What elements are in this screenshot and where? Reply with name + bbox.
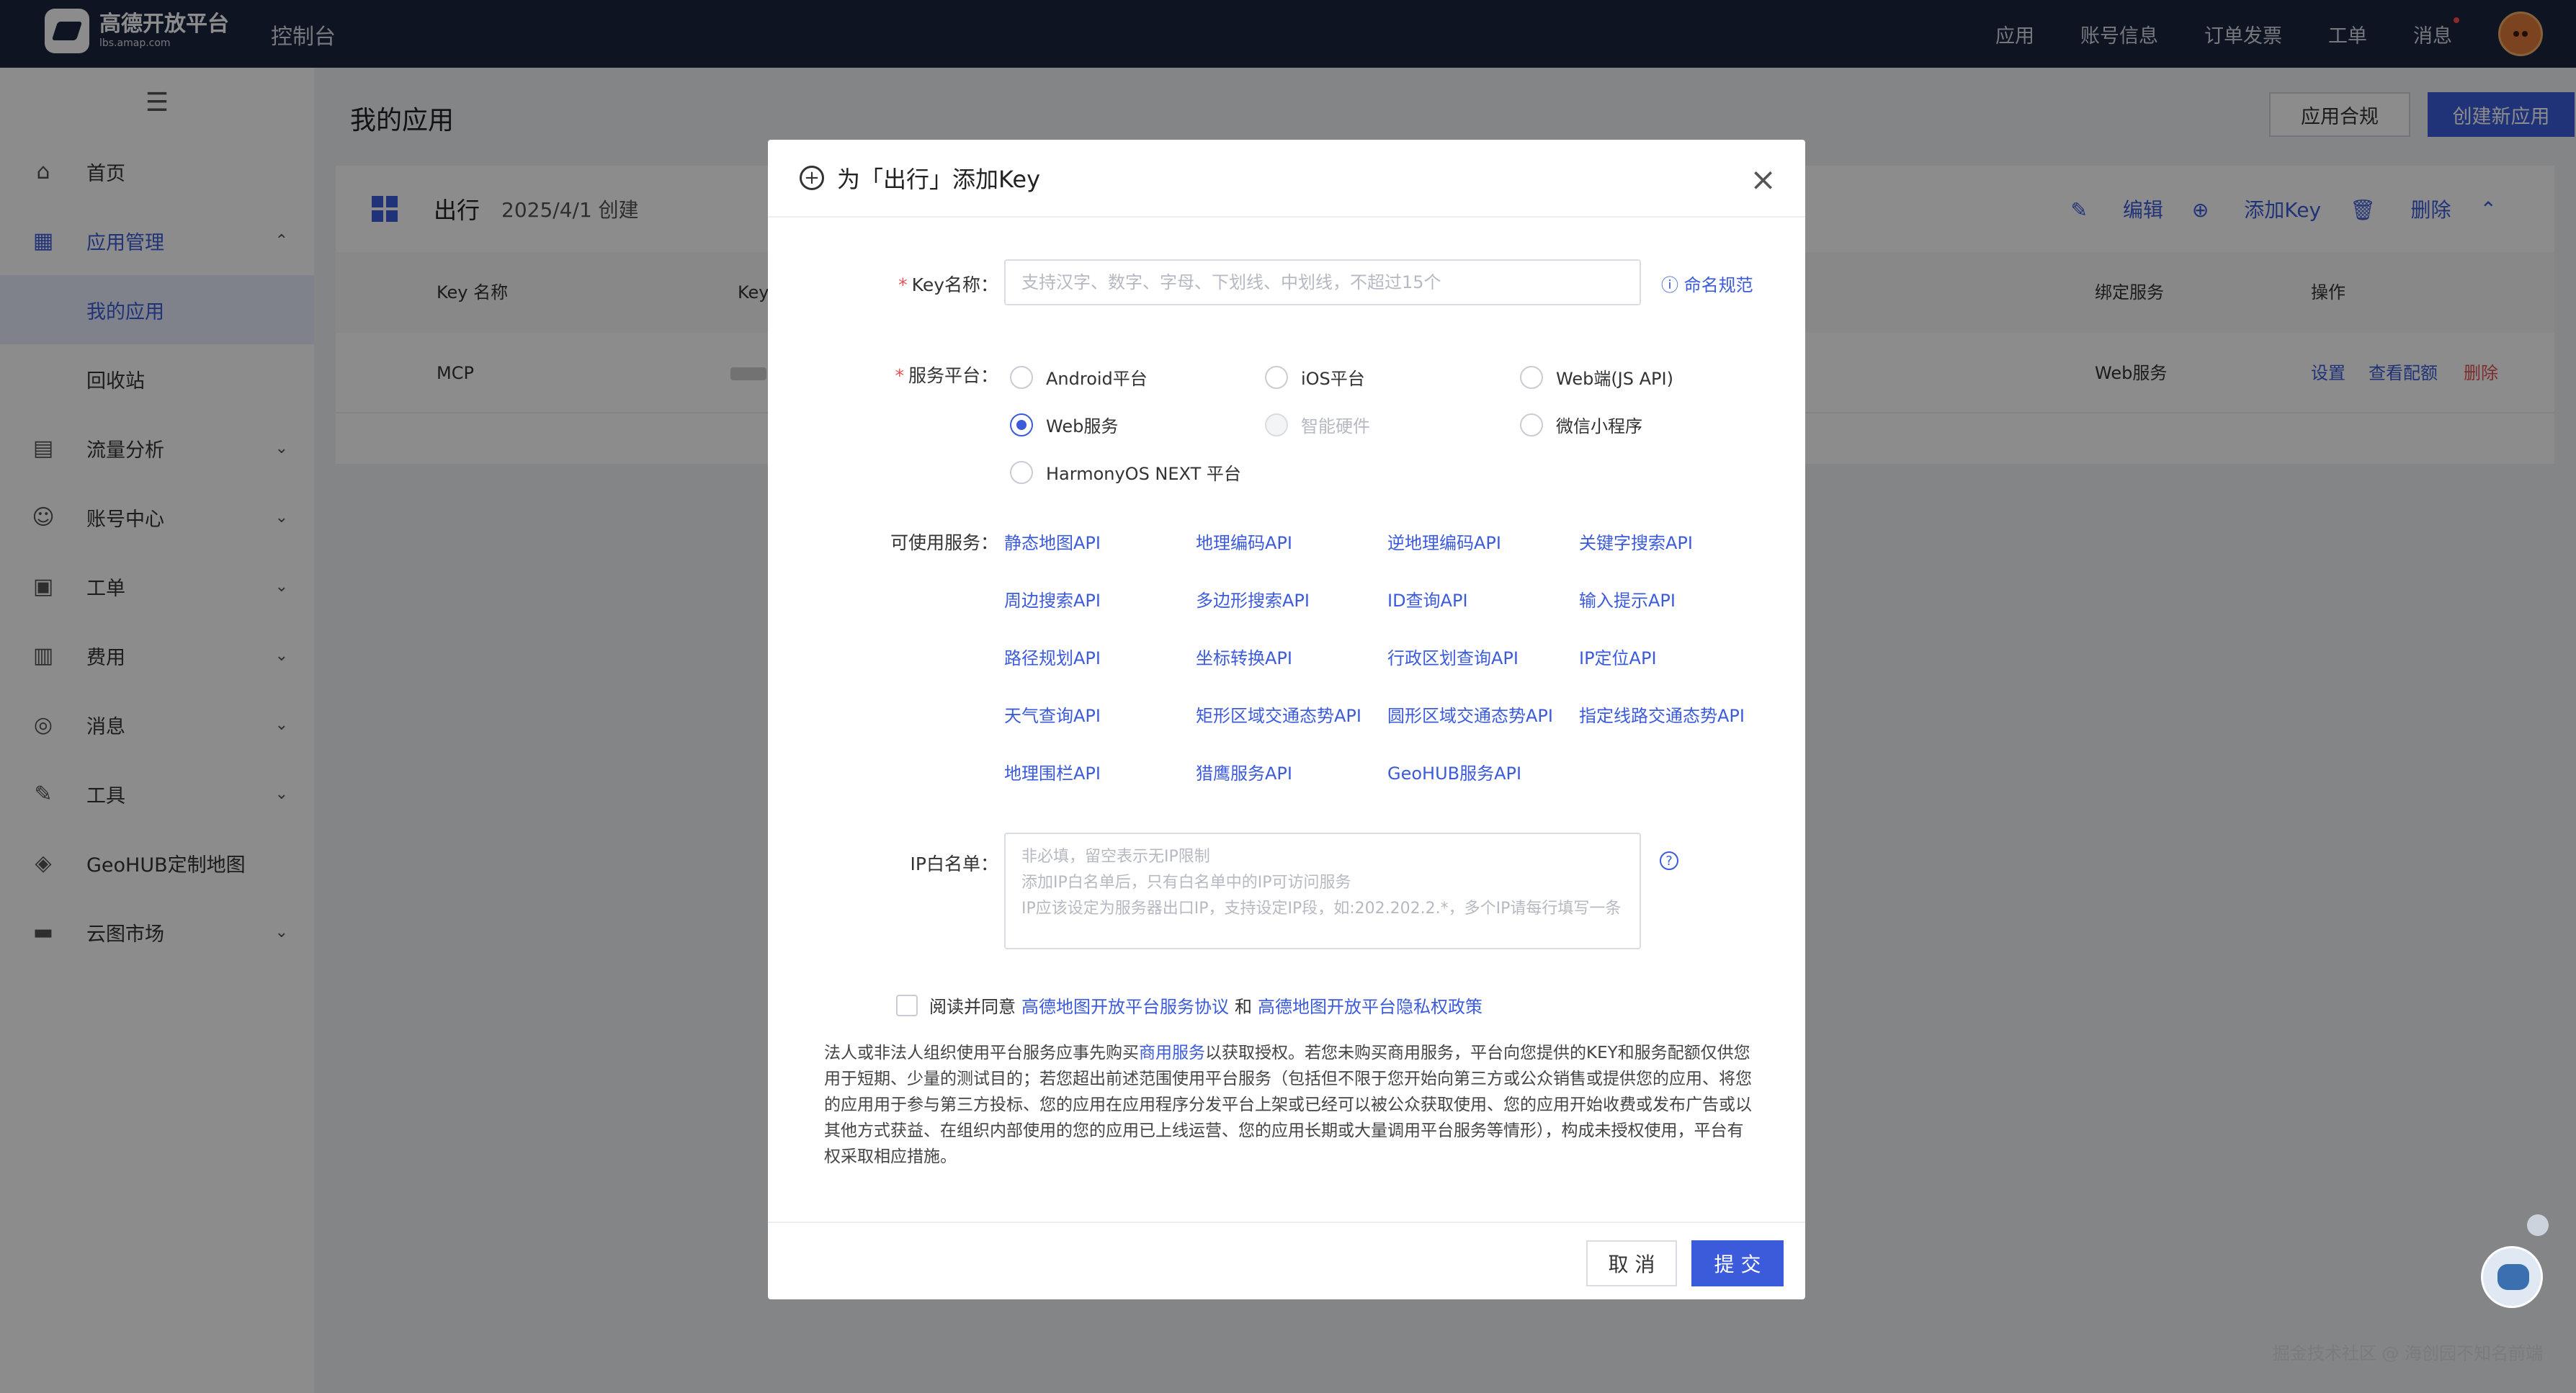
- radio-harmonyos[interactable]: HarmonyOS NEXT 平台: [1010, 460, 1241, 485]
- privacy-policy-link[interactable]: 高德地图开放平台隐私权政策: [1258, 993, 1482, 1018]
- agreement-text: 阅读并同意: [929, 997, 1016, 1017]
- help-icon[interactable]: ?: [1660, 851, 1678, 870]
- plus-circle-icon: +: [800, 166, 824, 190]
- radio-button[interactable]: [1520, 413, 1543, 436]
- radio-button[interactable]: [1010, 413, 1033, 436]
- close-icon[interactable]: ×: [1750, 161, 1776, 198]
- platform-label-text: 服务平台：: [908, 365, 998, 386]
- ip-whitelist-input[interactable]: [1004, 833, 1641, 949]
- service-link[interactable]: 圆形区域交通态势API: [1387, 702, 1553, 727]
- naming-rules-text: 命名规范: [1683, 275, 1753, 295]
- service-link[interactable]: 关键字搜索API: [1579, 529, 1693, 554]
- radio-smart-hardware: 智能硬件: [1265, 412, 1370, 437]
- service-link[interactable]: 地理编码API: [1196, 529, 1292, 554]
- agreement-row: 阅读并同意 高德地图开放平台服务协议 和 高德地图开放平台隐私权政策: [896, 993, 1488, 1018]
- service-link[interactable]: 周边搜索API: [1004, 586, 1101, 612]
- agreement-and: 和: [1235, 997, 1252, 1017]
- radio-ios[interactable]: iOS平台: [1265, 364, 1365, 390]
- usage-notice: 法人或非法人组织使用平台服务应事先购买商用服务以获取授权。若您未购买商用服务，平…: [824, 1040, 1753, 1170]
- service-link[interactable]: IP定位API: [1579, 644, 1657, 669]
- radio-android[interactable]: Android平台: [1010, 364, 1148, 390]
- radio-wechat-miniprogram[interactable]: 微信小程序: [1520, 412, 1642, 437]
- service-link[interactable]: 指定线路交通态势API: [1579, 702, 1745, 727]
- modal-header: + 为「出行」添加Key ×: [768, 140, 1805, 218]
- agreement-checkbox[interactable]: [896, 994, 918, 1016]
- radio-button[interactable]: [1010, 365, 1033, 389]
- radio-label: Android平台: [1046, 369, 1148, 389]
- service-link[interactable]: 猎鹰服务API: [1196, 759, 1292, 784]
- ip-whitelist-label: IP白名单：: [910, 854, 998, 874]
- close-helper-icon[interactable]: [2527, 1214, 2549, 1236]
- service-link[interactable]: 逆地理编码API: [1387, 529, 1501, 554]
- service-link[interactable]: 多边形搜索API: [1196, 586, 1310, 612]
- assistant-bot-icon[interactable]: [2481, 1246, 2543, 1308]
- radio-label: 微信小程序: [1556, 416, 1642, 436]
- platform-label: * 服务平台：: [895, 365, 998, 386]
- notice-text: 法人或非法人组织使用平台服务应事先购买: [824, 1044, 1139, 1062]
- radio-button[interactable]: [1265, 365, 1288, 389]
- commercial-service-link[interactable]: 商用服务: [1139, 1044, 1205, 1062]
- service-link[interactable]: 静态地图API: [1004, 529, 1101, 554]
- service-link[interactable]: 行政区划查询API: [1387, 644, 1519, 669]
- service-link[interactable]: 路径规划API: [1004, 644, 1101, 669]
- radio-web-service[interactable]: Web服务: [1010, 412, 1118, 437]
- submit-button[interactable]: 提 交: [1691, 1240, 1784, 1286]
- service-link[interactable]: 输入提示API: [1579, 586, 1676, 612]
- service-agreement-link[interactable]: 高德地图开放平台服务协议: [1021, 993, 1229, 1018]
- radio-button[interactable]: [1520, 365, 1543, 389]
- key-name-input[interactable]: [1004, 259, 1641, 305]
- service-link[interactable]: ID查询API: [1387, 586, 1468, 612]
- service-link[interactable]: 天气查询API: [1004, 702, 1101, 727]
- naming-rules-link[interactable]: ⓘ 命名规范: [1661, 271, 1753, 296]
- radio-label: Web端(JS API): [1556, 369, 1673, 389]
- radio-button: [1265, 413, 1288, 436]
- service-link[interactable]: GeoHUB服务API: [1387, 759, 1521, 784]
- key-name-label-text: Key名称：: [911, 274, 998, 295]
- radio-web-js-api[interactable]: Web端(JS API): [1520, 364, 1673, 390]
- add-key-modal: + 为「出行」添加Key × *Key名称： ⓘ 命名规范 *服务平台： And…: [768, 140, 1805, 1299]
- radio-label: 智能硬件: [1301, 416, 1370, 436]
- radio-button[interactable]: [1010, 460, 1033, 484]
- service-link[interactable]: 矩形区域交通态势API: [1196, 702, 1361, 727]
- radio-label: iOS平台: [1301, 369, 1365, 389]
- service-link[interactable]: 地理围栏API: [1004, 759, 1101, 784]
- modal-footer: 取 消 提 交: [768, 1222, 1805, 1299]
- services-label: 可使用服务：: [890, 532, 998, 553]
- service-link[interactable]: 坐标转换API: [1196, 644, 1292, 669]
- cancel-button[interactable]: 取 消: [1586, 1240, 1677, 1286]
- key-name-label: * Key名称：: [898, 274, 998, 295]
- radio-label: Web服务: [1046, 416, 1119, 436]
- radio-label: HarmonyOS NEXT 平台: [1046, 464, 1241, 484]
- modal-title: 为「出行」添加Key: [837, 166, 1041, 193]
